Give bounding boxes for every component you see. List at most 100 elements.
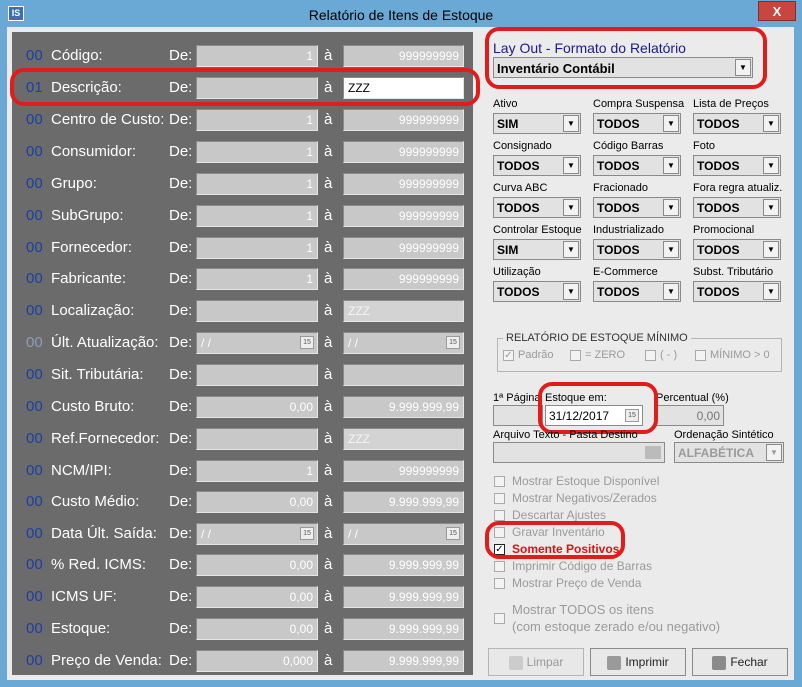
option-select[interactable]: TODOS ▼	[593, 197, 681, 218]
chevron-down-icon[interactable]: ▼	[763, 241, 779, 258]
filter-count[interactable]: 00	[26, 525, 43, 542]
filter-to-input[interactable]: 999999999	[343, 205, 464, 227]
pagina-input[interactable]	[493, 405, 543, 426]
filter-to-input[interactable]	[343, 364, 464, 386]
filter-count[interactable]: 00	[26, 462, 43, 479]
filter-to-input[interactable]: 999999999	[343, 173, 464, 195]
filter-to-input[interactable]: 999999999	[343, 237, 464, 259]
chevron-down-icon[interactable]: ▼	[663, 283, 679, 300]
filter-to-input[interactable]: 9.999.999,99	[343, 650, 464, 672]
menos-checkbox[interactable]	[645, 350, 656, 361]
chevron-down-icon[interactable]: ▼	[763, 199, 779, 216]
filter-from-input[interactable]: 0,00	[196, 396, 318, 418]
percentual-input[interactable]: 0,00	[656, 405, 724, 426]
filter-from-input[interactable]: 0,00	[196, 554, 318, 576]
option-select[interactable]: TODOS ▼	[493, 197, 581, 218]
filter-from-input[interactable]: 1	[196, 173, 318, 195]
filter-from-input[interactable]: 1	[196, 205, 318, 227]
filter-from-input[interactable]: 0,00	[196, 491, 318, 513]
filter-from-input[interactable]: 1	[196, 237, 318, 259]
option-select[interactable]: TODOS ▼	[593, 113, 681, 134]
filter-to-input[interactable]: 999999999	[343, 460, 464, 482]
filter-count[interactable]: 00	[26, 207, 43, 224]
filter-from-input[interactable]: 0,00	[196, 618, 318, 640]
imprimir-button[interactable]: Imprimir	[590, 648, 686, 676]
chevron-down-icon[interactable]: ▼	[663, 157, 679, 174]
calendar-icon[interactable]: 15	[446, 336, 460, 349]
fechar-button[interactable]: Fechar	[692, 648, 788, 676]
filter-count[interactable]: 00	[26, 652, 43, 669]
chevron-down-icon[interactable]: ▼	[563, 241, 579, 258]
filter-from-input[interactable]: 1	[196, 268, 318, 290]
minimo-checkbox[interactable]	[695, 350, 706, 361]
option-select[interactable]: TODOS ▼	[693, 281, 781, 302]
filter-to-input[interactable]: ZZZ	[343, 300, 464, 322]
filter-count[interactable]: 00	[26, 143, 43, 160]
disponivel-checkbox[interactable]	[494, 476, 505, 487]
filter-to-input[interactable]: / / 15	[343, 523, 464, 545]
filter-to-input[interactable]: 9.999.999,99	[343, 618, 464, 640]
close-button[interactable]: X	[758, 1, 796, 21]
filter-to-input[interactable]: 999999999	[343, 45, 464, 67]
filter-from-input[interactable]	[196, 428, 318, 450]
filter-from-input[interactable]: / / 15	[196, 523, 318, 545]
option-select[interactable]: TODOS ▼	[493, 281, 581, 302]
filter-from-input[interactable]: 1	[196, 460, 318, 482]
negativos-checkbox[interactable]	[494, 493, 505, 504]
filter-count[interactable]: 00	[26, 175, 43, 192]
filter-to-input[interactable]: 999999999	[343, 109, 464, 131]
option-select[interactable]: TODOS ▼	[693, 113, 781, 134]
filter-from-input[interactable]	[196, 300, 318, 322]
option-select[interactable]: SIM ▼	[493, 113, 581, 134]
calendar-icon[interactable]: 15	[446, 527, 460, 540]
filter-count[interactable]: 00	[26, 620, 43, 637]
filter-from-input[interactable]	[196, 364, 318, 386]
option-select[interactable]: TODOS ▼	[693, 155, 781, 176]
filter-to-input[interactable]: 9.999.999,99	[343, 396, 464, 418]
calendar-icon[interactable]: 15	[300, 336, 314, 349]
ordenacao-select[interactable]: ALFABÉTICA ▼	[674, 442, 784, 463]
chevron-down-icon[interactable]: ▼	[563, 283, 579, 300]
option-select[interactable]: TODOS ▼	[593, 239, 681, 260]
option-select[interactable]: TODOS ▼	[593, 281, 681, 302]
chevron-down-icon[interactable]: ▼	[763, 283, 779, 300]
chevron-down-icon[interactable]: ▼	[563, 115, 579, 132]
padrao-checkbox[interactable]: ✓	[503, 350, 514, 361]
chevron-down-icon[interactable]: ▼	[563, 157, 579, 174]
filter-to-input[interactable]: / / 15	[343, 332, 464, 354]
filter-count[interactable]: 00	[26, 111, 43, 128]
filter-to-input[interactable]: 999999999	[343, 141, 464, 163]
barras-checkbox[interactable]	[494, 561, 505, 572]
calendar-icon[interactable]: 15	[300, 527, 314, 540]
filter-from-input[interactable]: 1	[196, 141, 318, 163]
option-select[interactable]: TODOS ▼	[593, 155, 681, 176]
folder-icon[interactable]	[645, 446, 661, 459]
ajustes-checkbox[interactable]	[494, 510, 505, 521]
filter-to-input[interactable]: 9.999.999,99	[343, 586, 464, 608]
filter-count[interactable]: 00	[26, 430, 43, 447]
filter-count[interactable]: 00	[26, 239, 43, 256]
option-select[interactable]: TODOS ▼	[693, 239, 781, 260]
option-select[interactable]: TODOS ▼	[493, 155, 581, 176]
option-select[interactable]: TODOS ▼	[693, 197, 781, 218]
zero-checkbox[interactable]	[570, 350, 581, 361]
filter-from-input[interactable]: 1	[196, 45, 318, 67]
filter-count[interactable]: 00	[26, 588, 43, 605]
filter-from-input[interactable]: / / 15	[196, 332, 318, 354]
chevron-down-icon[interactable]: ▼	[663, 241, 679, 258]
option-select[interactable]: SIM ▼	[493, 239, 581, 260]
filter-from-input[interactable]: 0,00	[196, 586, 318, 608]
chevron-down-icon[interactable]: ▼	[663, 199, 679, 216]
filter-to-input[interactable]: 9.999.999,99	[343, 554, 464, 576]
chevron-down-icon[interactable]: ▼	[763, 115, 779, 132]
arquivo-input[interactable]	[493, 442, 665, 463]
chevron-down-icon[interactable]: ▼	[766, 444, 782, 461]
preco-checkbox[interactable]	[494, 578, 505, 589]
filter-from-input[interactable]: 0,000	[196, 650, 318, 672]
filter-count[interactable]: 00	[26, 47, 43, 64]
filter-count[interactable]: 00	[26, 556, 43, 573]
filter-count[interactable]: 00	[26, 493, 43, 510]
todos-checkbox[interactable]	[494, 613, 505, 624]
chevron-down-icon[interactable]: ▼	[663, 115, 679, 132]
filter-count[interactable]: 00	[26, 366, 43, 383]
